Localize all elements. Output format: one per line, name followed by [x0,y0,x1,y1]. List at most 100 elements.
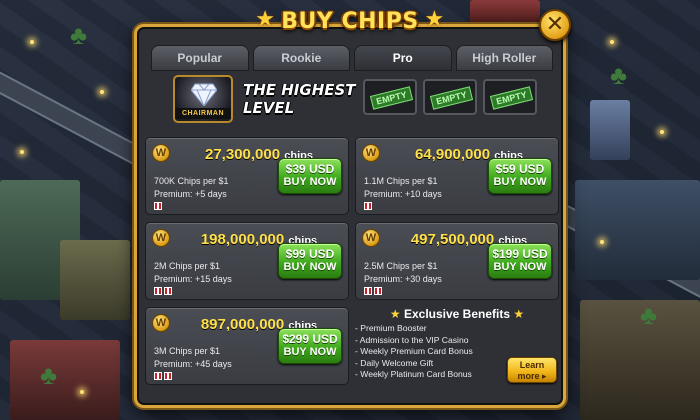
chip-package-5: W 897,000,000 chips 3M Chips per $1 Prem… [145,307,349,385]
street-light [600,240,604,244]
benefits-title-row: ★ Exclusive Benefits ★ [355,307,559,321]
chip-count: 27,300,000 [205,146,281,163]
gift-icons [154,202,162,210]
learn-more-line-1: Learn [519,360,545,370]
diamond-icon [191,83,217,106]
badge-label: CHAIRMAN [175,108,231,119]
star-icon: ★ [513,307,525,321]
buy-now-label: BUY NOW [283,261,337,273]
empty-stamp: EMPTY [429,86,474,110]
building [575,180,700,280]
building [10,340,120,420]
building [60,240,130,320]
dialog-title-wrap: ★ BUY CHIPS ★ [251,5,448,34]
chip-rate: 3M Chips per $1 [154,346,221,356]
level-line-1: THE HIGHEST [243,81,356,99]
benefit-item: - Admission to the VIP Casino [355,334,469,345]
learn-more-button[interactable]: Learn more ▸ [507,357,557,383]
exclusive-benefits: ★ Exclusive Benefits ★ - Premium Booster… [355,307,559,391]
chip-rate: 2M Chips per $1 [154,261,221,271]
dialog-title: BUY CHIPS [281,9,419,34]
chip-count: 64,900,000 [415,146,491,163]
street-light [30,40,34,44]
level-text: THE HIGHEST LEVEL [243,81,363,117]
tab-high-roller[interactable]: High Roller [455,45,553,71]
gift-icons [154,372,172,380]
price-label: $199 USD [492,247,548,261]
palm-tree-icon: ♣ [70,20,88,50]
coin-icon: W [362,229,380,247]
gift-icons [364,287,382,295]
premium-days: Premium: +30 days [364,274,442,284]
chip-rate: 700K Chips per $1 [154,176,229,186]
vip-badge: CHAIRMAN [173,75,233,123]
empty-slot-2: EMPTY [423,79,477,115]
title-banner: ★ BUY CHIPS ★ [137,5,563,39]
star-icon: ★ [255,7,276,32]
coin-icon: W [152,144,170,162]
gift-icon [154,202,162,210]
empty-slot-3: EMPTY [483,79,537,115]
street-light [20,150,24,154]
palm-tree-icon: ♣ [610,60,628,90]
close-icon: ✕ [545,11,565,36]
star-icon: ★ [424,7,445,32]
star-icon: ★ [389,307,401,321]
coin-icon: W [152,314,170,332]
vip-status-row: CHAIRMAN THE HIGHEST LEVEL EMPTY EMPTY E… [151,75,549,125]
palm-tree-icon: ♣ [40,360,58,390]
buy-now-label: BUY NOW [283,346,337,358]
coin-icon: W [152,229,170,247]
coin-icon: W [362,144,380,162]
price-label: $39 USD [285,162,335,176]
chip-package-4: W 497,500,000 chips 2.5M Chips per $1 Pr… [355,222,559,300]
chip-count: 198,000,000 [200,231,285,248]
price-label: $59 USD [495,162,545,176]
close-button[interactable]: ✕ [539,9,571,41]
chip-rate: 1.1M Chips per $1 [364,176,438,186]
gift-icon [154,372,162,380]
gift-icon [164,372,172,380]
premium-days: Premium: +10 days [364,189,442,199]
buy-now-button[interactable]: $99 USD BUY NOW [278,243,342,279]
gift-icons [154,287,172,295]
buy-chips-dialog: ★ BUY CHIPS ★ ✕ Popular Rookie Pro High … [134,7,571,408]
chip-rate: 2.5M Chips per $1 [364,261,438,271]
gift-icons [364,202,372,210]
tab-popular[interactable]: Popular [151,45,249,71]
price-label: $299 USD [282,332,338,346]
benefit-item: - Premium Booster [355,323,427,333]
buy-now-label: BUY NOW [493,261,547,273]
chip-package-1: W 27,300,000 chips 700K Chips per $1 Pre… [145,137,349,215]
tab-bar: Popular Rookie Pro High Roller [151,45,553,71]
gift-icon [364,202,372,210]
gift-icon [154,287,162,295]
benefits-title: Exclusive Benefits [403,307,511,321]
buy-now-button[interactable]: $199 USD BUY NOW [488,243,552,279]
empty-slot-1: EMPTY [363,79,417,115]
buy-now-button[interactable]: $299 USD BUY NOW [278,328,342,364]
level-line-2: LEVEL [243,99,295,117]
gift-icon [164,287,172,295]
buy-now-button[interactable]: $59 USD BUY NOW [488,158,552,194]
palm-tree-icon: ♣ [640,300,658,330]
street-light [660,130,664,134]
tab-pro[interactable]: Pro [354,45,452,71]
learn-more-line-2: more ▸ [517,371,547,381]
buy-now-label: BUY NOW [493,176,547,188]
street-light [610,40,614,44]
chip-package-2: W 64,900,000 chips 1.1M Chips per $1 Pre… [355,137,559,215]
gift-icon [364,287,372,295]
premium-days: Premium: +5 days [154,189,227,199]
chip-count: 497,500,000 [410,231,495,248]
empty-stamp: EMPTY [489,86,534,110]
empty-stamp: EMPTY [369,86,414,110]
premium-days: Premium: +15 days [154,274,232,284]
chip-count: 897,000,000 [200,316,285,333]
buy-now-button[interactable]: $39 USD BUY NOW [278,158,342,194]
building [590,100,630,160]
premium-days: Premium: +45 days [154,359,232,369]
street-light [80,390,84,394]
gift-icon [374,287,382,295]
tab-rookie[interactable]: Rookie [252,45,350,71]
